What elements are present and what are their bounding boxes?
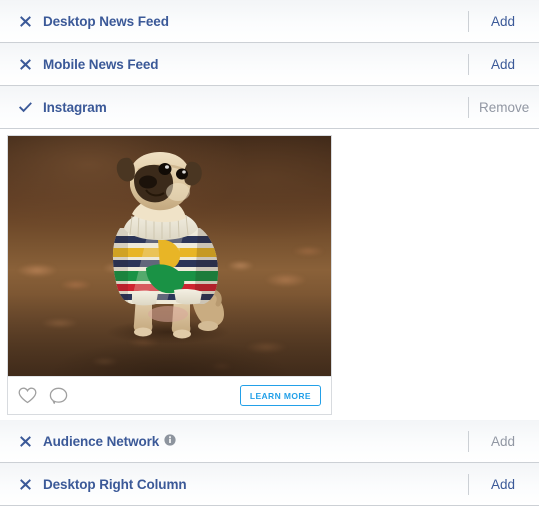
placement-label: Desktop News Feed [43, 13, 169, 29]
placement-label: Mobile News Feed [43, 56, 159, 72]
placements-panel: Desktop News Feed Add Mobile News Feed A… [0, 0, 539, 506]
placement-row-mobile-news-feed[interactable]: Mobile News Feed Add [0, 43, 539, 86]
add-button[interactable]: Add [469, 14, 539, 29]
row-action-group: Add [468, 463, 539, 505]
add-button[interactable]: Add [469, 434, 539, 449]
add-button[interactable]: Add [469, 57, 539, 72]
row-action-group: Add [468, 0, 539, 42]
close-icon[interactable] [15, 15, 35, 28]
add-button[interactable]: Add [469, 477, 539, 492]
close-icon[interactable] [15, 58, 35, 71]
learn-more-button[interactable]: LEARN MORE [239, 385, 321, 406]
remove-button[interactable]: Remove [469, 100, 539, 115]
preview-card: LEARN MORE [7, 135, 332, 415]
row-action-group: Remove [468, 86, 539, 128]
close-icon[interactable] [15, 435, 35, 448]
row-action-group: Add [468, 43, 539, 85]
placement-label: Desktop Right Column [43, 476, 187, 492]
placement-row-audience-network[interactable]: Audience Network Add [0, 420, 539, 463]
ad-photo-pug-in-sweater [8, 136, 331, 376]
placement-row-desktop-news-feed[interactable]: Desktop News Feed Add [0, 0, 539, 43]
heart-icon[interactable] [18, 387, 37, 404]
placement-label: Audience Network [43, 433, 160, 449]
info-icon[interactable] [164, 434, 176, 446]
row-action-group: Add [468, 420, 539, 462]
comment-bubble-icon[interactable] [49, 387, 68, 405]
placement-label: Instagram [43, 99, 107, 115]
check-icon[interactable] [15, 101, 35, 114]
preview-action-bar: LEARN MORE [8, 376, 331, 414]
pug-subject [8, 136, 331, 376]
instagram-ad-preview: LEARN MORE [0, 129, 539, 420]
placement-row-instagram[interactable]: Instagram Remove [0, 86, 539, 129]
close-icon[interactable] [15, 478, 35, 491]
